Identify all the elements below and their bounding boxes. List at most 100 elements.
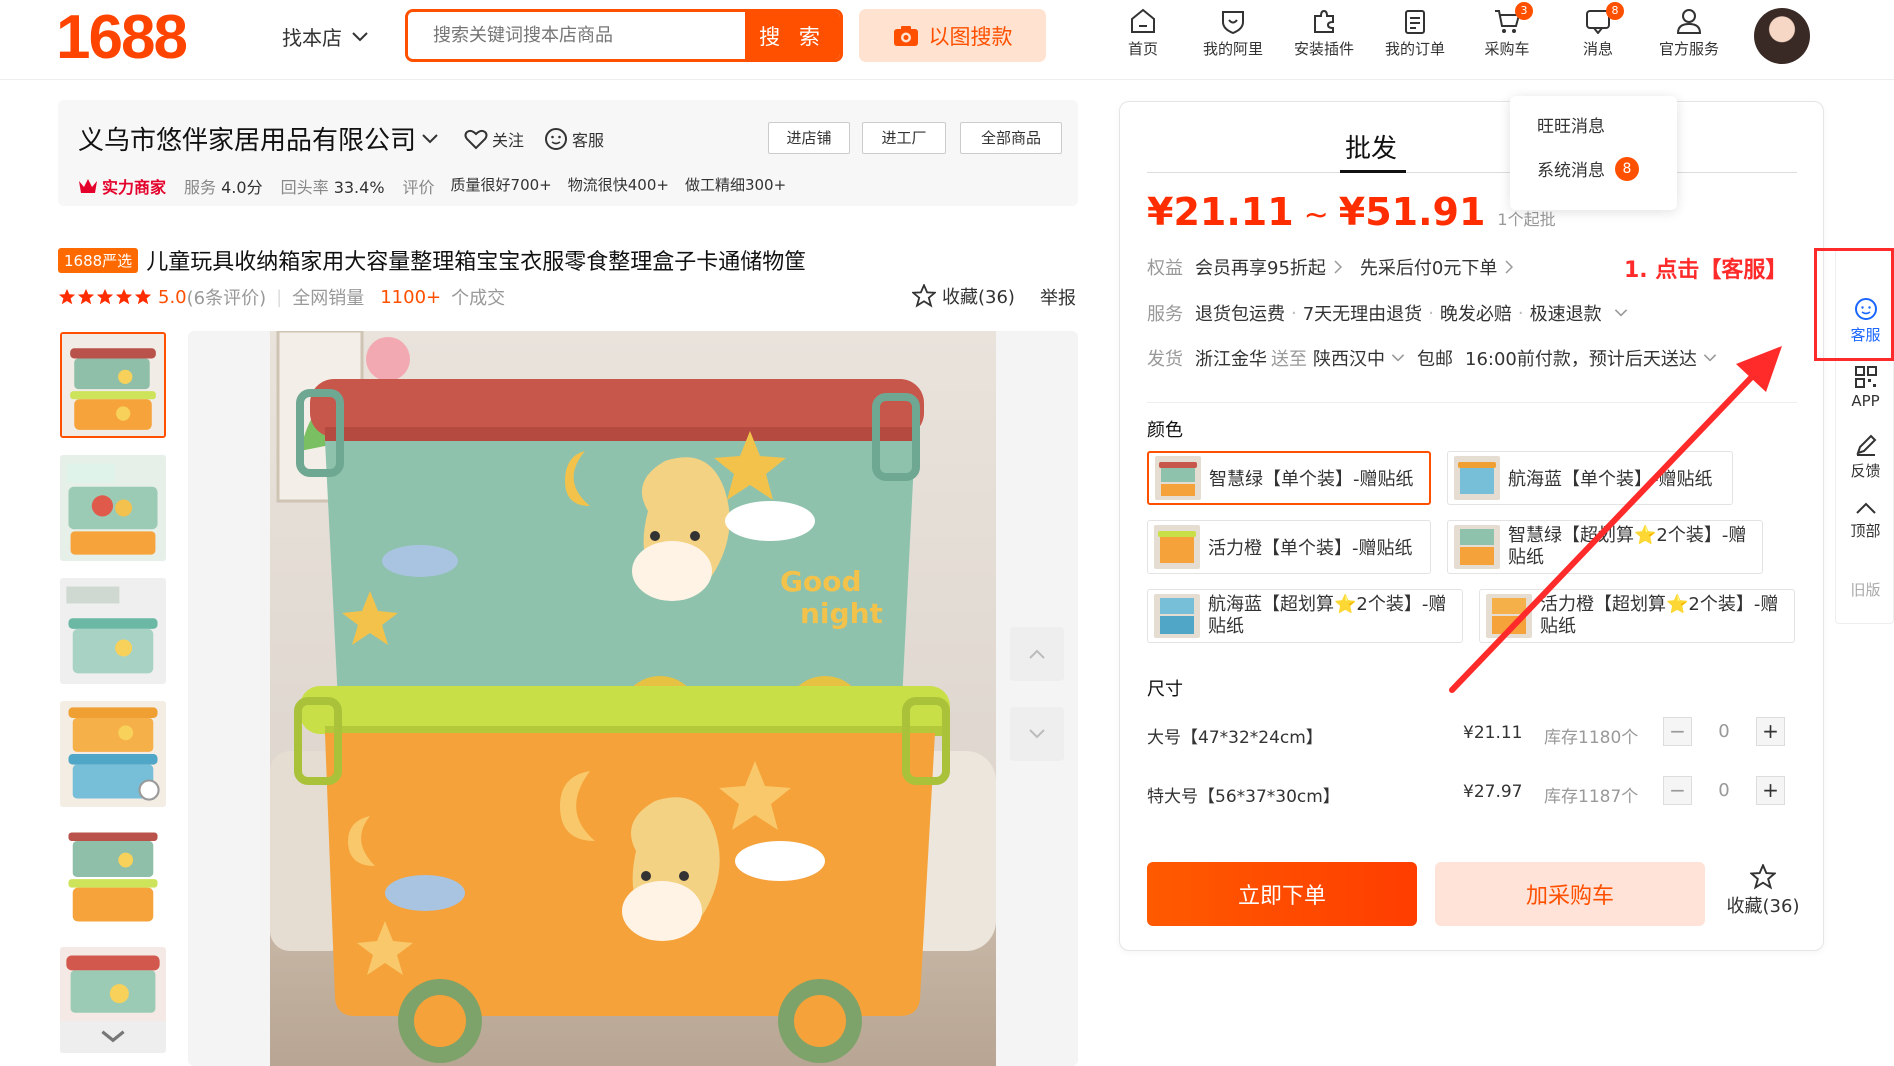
thumbnail-2[interactable] — [60, 455, 166, 561]
nav-my-ali[interactable]: 我的阿里 — [1193, 8, 1273, 59]
size-stock: 库存1180个 — [1544, 728, 1639, 748]
gallery-down-button[interactable] — [1010, 707, 1064, 761]
chevron-down-icon — [352, 31, 368, 41]
tab-underline — [1340, 170, 1406, 173]
repurchase-value: 33.4% — [333, 178, 385, 197]
size-label: 尺寸 — [1147, 679, 1183, 700]
increment-button[interactable]: + — [1756, 776, 1785, 805]
shop-info-card: 义乌市悠伴家居用品有限公司 关注 客服 进店铺 进工厂 全部商品 实力商家 服务… — [58, 100, 1078, 206]
thumbnail-3[interactable] — [60, 578, 166, 684]
rail-feedback[interactable]: 反馈 — [1836, 433, 1894, 481]
thumbnail-1[interactable] — [60, 332, 166, 438]
site-logo[interactable]: 1688 — [56, 2, 188, 73]
service-row: 服务 退货包运费 · 7天无理由退货 · 晚发必赔 · 极速退款 — [1147, 300, 1628, 326]
size-name: 特大号【56*37*30cm】 — [1147, 787, 1340, 807]
service-score: 服务 4.0分 — [184, 174, 263, 198]
nav-my-orders[interactable]: 我的订单 — [1375, 8, 1455, 59]
benefit-member-discount[interactable]: 会员再享95折起 — [1195, 254, 1342, 280]
tab-wholesale[interactable]: 批发 — [1345, 128, 1397, 165]
crown-icon — [79, 179, 97, 193]
avatar[interactable] — [1754, 8, 1810, 64]
thumbnail-4[interactable] — [60, 701, 166, 807]
svg-text:Good: Good — [780, 565, 862, 598]
product-favorite-button[interactable]: 收藏(36) — [912, 283, 1015, 309]
shop-meta: 实力商家 服务 4.0分 回头率 33.4% 评价 质量很好700+ 物流很快4… — [78, 174, 786, 198]
rail-back-to-top[interactable]: 顶部 — [1836, 501, 1894, 541]
rail-label: 顶部 — [1850, 522, 1881, 540]
color-option-orange-single[interactable]: 活力橙【单个装】-赠贴纸 — [1147, 520, 1431, 574]
chevron-right-icon — [1505, 260, 1514, 274]
nav-cart[interactable]: 采购车 3 — [1467, 2, 1547, 59]
svg-text:night: night — [800, 597, 883, 630]
buy-now-button[interactable]: 立即下单 — [1147, 862, 1417, 926]
rating-count[interactable]: (6条评价) — [187, 284, 267, 310]
color-swatch-green — [1155, 456, 1201, 500]
all-products-button[interactable]: 全部商品 — [960, 122, 1062, 154]
ship-to-dropdown[interactable]: 陕西汉中 — [1313, 345, 1405, 371]
benefit-pay-later[interactable]: 先采后付0元下单 — [1360, 254, 1514, 280]
messages-dropdown: 旺旺消息 系统消息 8 — [1510, 96, 1677, 210]
system-messages-item[interactable]: 系统消息 8 — [1537, 156, 1639, 181]
nav-label: 首页 — [1127, 40, 1158, 58]
system-messages-badge: 8 — [1615, 156, 1639, 181]
storage-box-thumbnail — [60, 701, 166, 807]
panel-favorite-button[interactable]: 收藏(36) — [1718, 864, 1808, 918]
benefits-label: 权益 — [1147, 258, 1183, 279]
storage-box-thumbnail — [60, 947, 166, 1053]
search-button[interactable]: 搜 索 — [745, 12, 840, 59]
color-swatch-blue-double — [1154, 594, 1200, 638]
enter-shop-button[interactable]: 进店铺 — [768, 122, 850, 154]
quantity-stepper: − 0 + — [1663, 776, 1785, 805]
thumbnail-5[interactable] — [60, 824, 166, 930]
decrement-button[interactable]: − — [1663, 776, 1692, 805]
image-search-button[interactable]: 以图搜款 — [859, 9, 1046, 62]
dot-separator: · — [1517, 302, 1524, 324]
rail-old-version[interactable]: 旧版 — [1836, 579, 1894, 600]
thumbnail-6[interactable] — [60, 947, 166, 1053]
chevron-down-icon[interactable] — [1614, 309, 1628, 317]
decrement-button[interactable]: − — [1663, 717, 1692, 746]
repurchase-label: 回头率 — [280, 178, 329, 197]
nav-label: 我的订单 — [1384, 40, 1445, 58]
product-title-row: 1688严选 儿童玩具收纳箱家用大容量整理箱宝宝衣服零食整理盒子卡通储物筐 — [58, 244, 806, 276]
color-option-green-single[interactable]: 智慧绿【单个装】-赠贴纸 — [1147, 451, 1431, 505]
price-low: ¥21.11 — [1147, 190, 1294, 234]
enter-factory-button[interactable]: 进工厂 — [862, 122, 946, 154]
divider: | — [276, 286, 283, 308]
benefit-text: 会员再享95折起 — [1195, 258, 1326, 279]
product-main-image[interactable]: Good night — [270, 331, 996, 1066]
report-link[interactable]: 举报 — [1040, 284, 1076, 310]
search-input[interactable] — [408, 12, 745, 59]
gallery-up-button[interactable] — [1010, 627, 1064, 681]
service-label: 服务 — [1147, 304, 1183, 325]
wangwang-messages-item[interactable]: 旺旺消息 — [1537, 112, 1605, 137]
annotation-arrow-icon — [1449, 346, 1782, 693]
storage-box-thumbnail — [62, 334, 164, 436]
find-shop-dropdown[interactable]: 找本店 — [282, 22, 368, 51]
quantity-value[interactable]: 0 — [1692, 780, 1756, 801]
color-option-blue-double[interactable]: 航海蓝【超划算⭐2个装】-赠贴纸 — [1147, 589, 1463, 643]
shop-name-dropdown[interactable]: 义乌市悠伴家居用品有限公司 关注 客服 — [78, 120, 604, 157]
shop-service-button[interactable]: 客服 — [544, 127, 604, 151]
product-rating-row: 5.0 (6条评价) | 全网销量 1100+ 个成交 — [58, 284, 505, 310]
quantity-value[interactable]: 0 — [1692, 721, 1756, 742]
star-icon — [115, 288, 133, 305]
nav-install-plugin[interactable]: 安装插件 — [1284, 8, 1364, 59]
shield-heart-icon — [1222, 11, 1244, 34]
nav-home[interactable]: 首页 — [1103, 8, 1183, 59]
chevron-right-icon — [1334, 260, 1342, 274]
follow-label: 关注 — [492, 130, 525, 150]
shop-search-box: 搜 索 — [405, 9, 843, 62]
service-label: 客服 — [572, 130, 605, 150]
increment-button[interactable]: + — [1756, 717, 1785, 746]
add-to-cart-button[interactable]: 加采购车 — [1435, 862, 1705, 926]
nav-messages[interactable]: 消息 8 — [1558, 2, 1638, 59]
follow-button[interactable]: 关注 — [464, 127, 524, 151]
chevron-down-icon — [422, 133, 438, 143]
color-swatch-orange — [1154, 525, 1200, 569]
tab-divider — [1147, 172, 1797, 173]
nav-official-service[interactable]: 官方服务 — [1649, 8, 1729, 59]
service-score-value: 4.0分 — [221, 178, 263, 197]
nav-label: 安装插件 — [1293, 40, 1354, 58]
rail-app[interactable]: APP — [1836, 365, 1894, 410]
